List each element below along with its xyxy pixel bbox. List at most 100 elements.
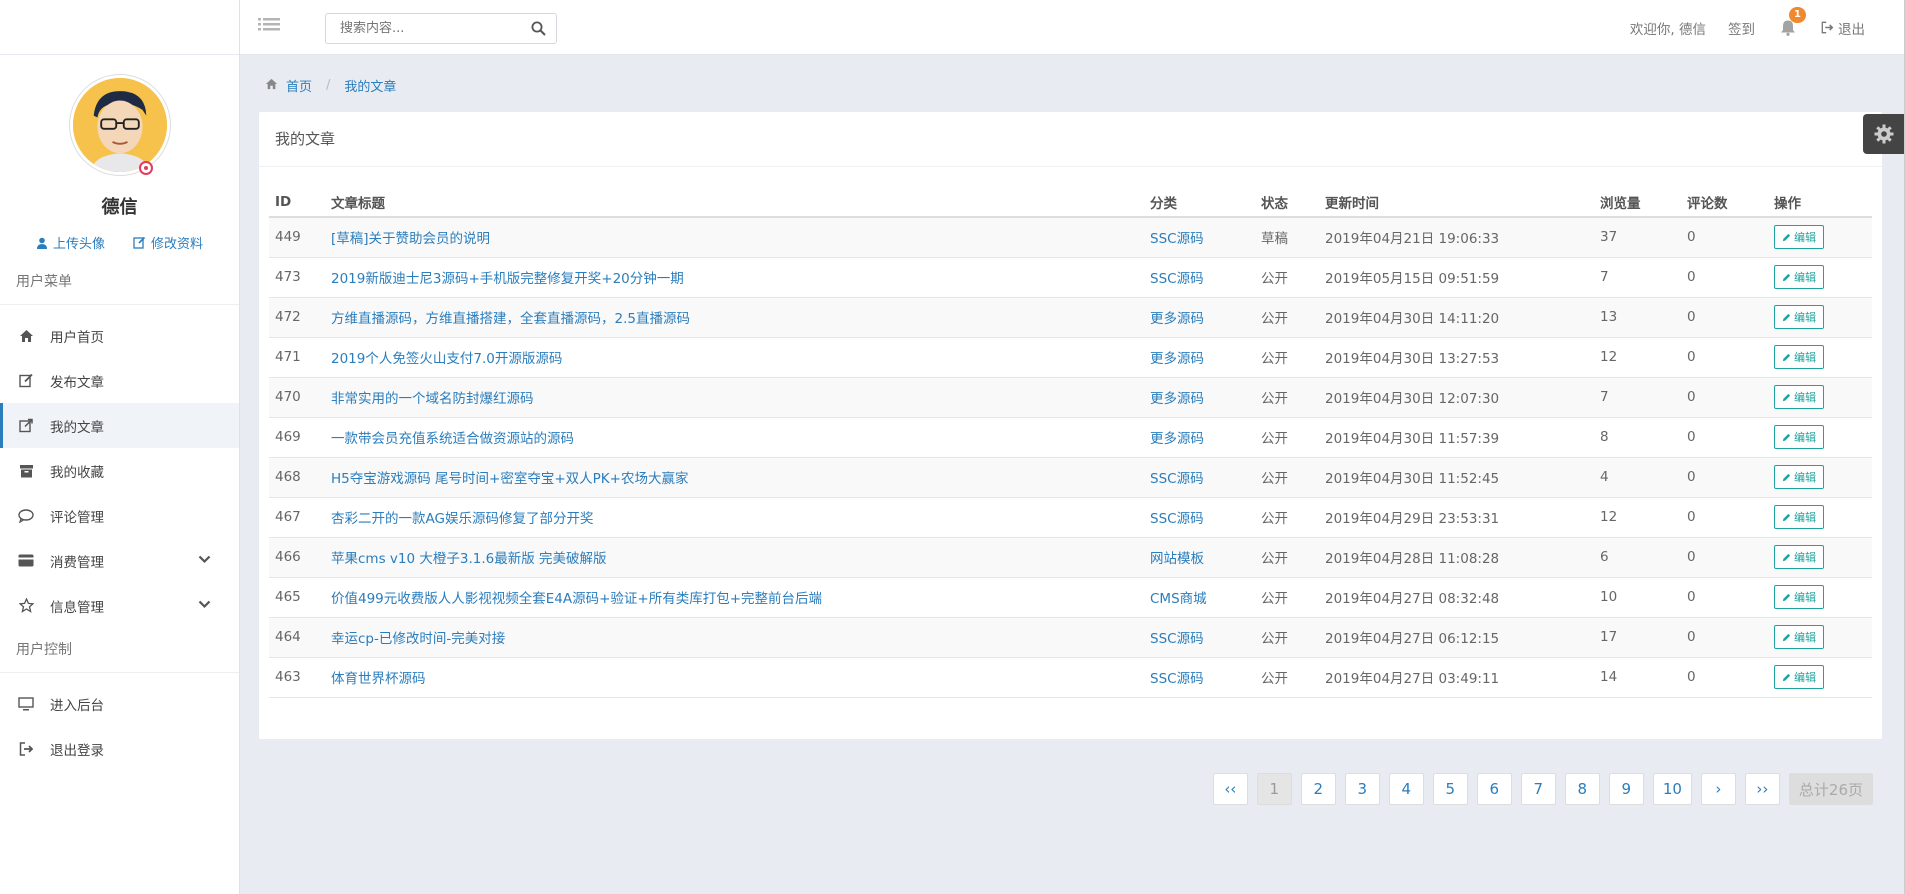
articles-table-body: 449 [草稿]关于赞助会员的说明 SSC源码 草稿 2019年04月21日 19:06… <box>269 217 1872 698</box>
page-button-10[interactable]: 10 <box>1652 773 1692 805</box>
category-link[interactable]: 更多源码 <box>1150 351 1204 367</box>
cell-id: 465 <box>269 577 325 618</box>
category-link[interactable]: SSC源码 <box>1150 471 1204 487</box>
cell-updated: 2019年04月30日 12:07:30 <box>1319 377 1594 418</box>
settings-button[interactable] <box>1863 114 1905 154</box>
article-title-link[interactable]: H5夺宝游戏源码 尾号时间+密室夺宝+双人PK+农场大赢家 <box>331 471 688 487</box>
menu-item-logout[interactable]: 退出登录 <box>0 726 239 771</box>
menu-item-consumption-management[interactable]: 消费管理 <box>0 538 239 583</box>
edit-button[interactable]: 编辑 <box>1774 465 1824 489</box>
category-link[interactable]: 更多源码 <box>1150 431 1204 447</box>
search-icon[interactable] <box>531 21 546 40</box>
upload-avatar-link[interactable]: 上传头像 <box>36 233 105 252</box>
cell-views: 8 <box>1594 417 1681 458</box>
top-bar: 欢迎你, 德信 签到 1 退出 <box>240 0 1905 55</box>
cell-title: [草稿]关于赞助会员的说明 <box>325 217 1144 258</box>
article-title-link[interactable]: 2019个人免签火山支付7.0开源版源码 <box>331 351 562 367</box>
page-button-7[interactable]: 7 <box>1520 773 1556 805</box>
page-button-6[interactable]: 6 <box>1476 773 1512 805</box>
cell-comments: 0 <box>1681 577 1768 618</box>
category-link[interactable]: SSC源码 <box>1150 671 1204 687</box>
logout-link[interactable]: 退出 <box>1821 18 1865 38</box>
page-button-1[interactable]: 1 <box>1256 773 1292 805</box>
article-title-link[interactable]: 杏彩二开的一款AG娱乐源码修复了部分开奖 <box>331 511 593 527</box>
sidebar: 德信 上传头像 修改资料 用户菜单 用户首页 发布文章 我的文章 我的收藏 评论… <box>0 0 240 894</box>
edit-button[interactable]: 编辑 <box>1774 305 1824 329</box>
search-input[interactable] <box>326 14 516 43</box>
menu-item-comment-management[interactable]: 评论管理 <box>0 493 239 538</box>
page-button-5[interactable]: 5 <box>1432 773 1468 805</box>
edit-button[interactable]: 编辑 <box>1774 545 1824 569</box>
article-title-link[interactable]: 一款带会员充值系统适合做资源站的源码 <box>331 431 574 447</box>
menu-toggle-icon[interactable] <box>258 17 280 39</box>
page-last-button[interactable]: ›› <box>1744 773 1780 805</box>
edit-button[interactable]: 编辑 <box>1774 225 1824 250</box>
category-link[interactable]: SSC源码 <box>1150 631 1204 647</box>
menu-item-enter-admin[interactable]: 进入后台 <box>0 681 239 726</box>
menu-item-my-favorites[interactable]: 我的收藏 <box>0 448 239 493</box>
cell-updated: 2019年04月27日 08:32:48 <box>1319 577 1594 618</box>
category-link[interactable]: 更多源码 <box>1150 311 1204 327</box>
cell-category: SSC源码 <box>1144 497 1255 538</box>
edit-button[interactable]: 编辑 <box>1774 425 1824 449</box>
category-link[interactable]: 网站模板 <box>1150 551 1204 567</box>
edit-button[interactable]: 编辑 <box>1774 625 1824 649</box>
category-link[interactable]: SSC源码 <box>1150 271 1204 287</box>
article-title-link[interactable]: 幸运cp-已修改时间-完美对接 <box>331 631 505 647</box>
pagination: ‹‹ 1 2 3 4 5 6 7 8 9 10 › ›› 总计26页 <box>1212 773 1873 805</box>
edit-button[interactable]: 编辑 <box>1774 265 1824 289</box>
edit-profile-link[interactable]: 修改资料 <box>133 233 203 252</box>
article-title-link[interactable]: 体育世界杯源码 <box>331 671 426 687</box>
category-link[interactable]: SSC源码 <box>1150 511 1204 527</box>
menu-item-publish-article[interactable]: 发布文章 <box>0 358 239 403</box>
signin-link[interactable]: 签到 <box>1728 18 1755 38</box>
edit-button-label: 编辑 <box>1794 511 1816 524</box>
cell-views: 13 <box>1594 297 1681 338</box>
cell-actions: 编辑 <box>1768 417 1872 458</box>
table-row: 463 体育世界杯源码 SSC源码 公开 2019年04月27日 03:49:11 14 0… <box>269 657 1872 698</box>
category-link[interactable]: SSC源码 <box>1150 231 1204 247</box>
avatar[interactable] <box>69 75 170 175</box>
article-title-link[interactable]: 苹果cms v10 大橙子3.1.6最新版 完美破解版 <box>331 551 607 567</box>
article-title-link[interactable]: 方维直播源码，方维直播搭建，全套直播源码，2.5直播源码 <box>331 311 690 327</box>
article-title-link[interactable]: 非常实用的一个域名防封爆红源码 <box>331 391 534 407</box>
edit-button[interactable]: 编辑 <box>1774 665 1824 689</box>
page-button-9[interactable]: 9 <box>1608 773 1644 805</box>
page-button-3[interactable]: 3 <box>1344 773 1380 805</box>
cell-actions: 编辑 <box>1768 217 1872 258</box>
menu-item-my-articles[interactable]: 我的文章 <box>0 403 239 448</box>
category-link[interactable]: CMS商城 <box>1150 591 1207 607</box>
notifications-button[interactable]: 1 <box>1777 6 1806 39</box>
edit-button[interactable]: 编辑 <box>1774 585 1824 609</box>
avatar-image <box>72 78 167 172</box>
cell-comments: 0 <box>1681 217 1768 258</box>
page-button-4[interactable]: 4 <box>1388 773 1424 805</box>
article-title-link[interactable]: 价值499元收费版人人影视视频全套E4A源码+验证+所有类库打包+完整前台后端 <box>331 591 822 607</box>
chevron-down-icon[interactable] <box>198 597 211 613</box>
cell-actions: 编辑 <box>1768 497 1872 538</box>
top-right-actions: 欢迎你, 德信 签到 1 退出 <box>1630 0 1865 55</box>
table-row: 472 方维直播源码，方维直播搭建，全套直播源码，2.5直播源码 更多源码 公开 201… <box>269 297 1872 338</box>
page-button-8[interactable]: 8 <box>1564 773 1600 805</box>
page-button-2[interactable]: 2 <box>1300 773 1336 805</box>
edit-icon <box>18 373 34 389</box>
menu-item-label: 我的收藏 <box>50 464 104 481</box>
cell-updated: 2019年04月30日 13:27:53 <box>1319 337 1594 378</box>
breadcrumb-home[interactable]: 首页 <box>286 76 312 95</box>
article-title-link[interactable]: 2019新版迪士尼3源码+手机版完整修复开奖+20分钟一期 <box>331 271 684 287</box>
menu-item-user-home[interactable]: 用户首页 <box>0 313 239 358</box>
page-first-button[interactable]: ‹‹ <box>1212 773 1248 805</box>
cell-views: 17 <box>1594 617 1681 658</box>
cell-updated: 2019年04月27日 06:12:15 <box>1319 617 1594 658</box>
page-next-button[interactable]: › <box>1700 773 1736 805</box>
edit-button[interactable]: 编辑 <box>1774 345 1824 369</box>
article-title-link[interactable]: [草稿]关于赞助会员的说明 <box>331 231 490 247</box>
edit-button[interactable]: 编辑 <box>1774 505 1824 529</box>
menu-item-info-management[interactable]: 信息管理 <box>0 583 239 628</box>
edit-button[interactable]: 编辑 <box>1774 385 1824 409</box>
cell-category: SSC源码 <box>1144 457 1255 498</box>
menu-item-label: 我的文章 <box>50 419 104 436</box>
chevron-down-icon[interactable] <box>198 552 211 568</box>
category-link[interactable]: 更多源码 <box>1150 391 1204 407</box>
cell-comments: 0 <box>1681 337 1768 378</box>
